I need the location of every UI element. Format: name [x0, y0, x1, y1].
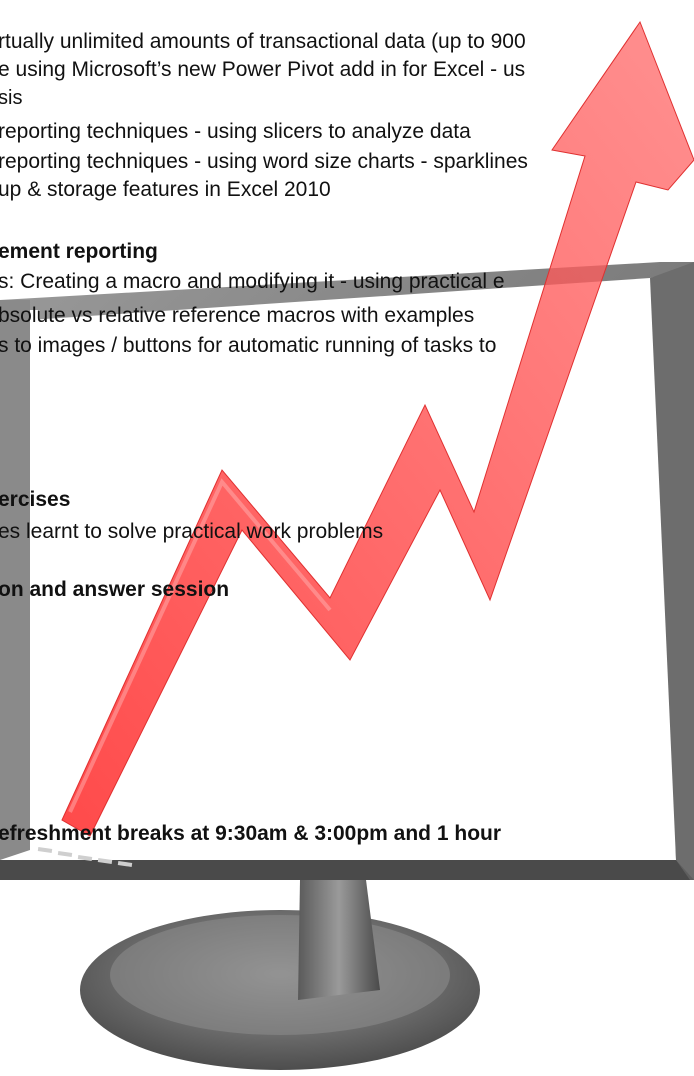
section-heading-management-reporting: ement reporting — [0, 240, 158, 263]
section-heading-question-answer: on and answer session — [0, 578, 230, 601]
text-line-6: up & storage features in Excel 2010 — [0, 178, 331, 201]
text-line-9: s to images / buttons for automatic runn… — [0, 334, 497, 357]
text-line-1: rtually unlimited amounts of transaction… — [0, 30, 526, 53]
text-line-5: reporting techniques - using word size c… — [0, 150, 528, 173]
footer-breaks-note: efreshment breaks at 9:30am & 3:00pm and… — [0, 822, 502, 845]
text-line-8: bsolute vs relative reference macros wit… — [0, 304, 475, 327]
text-line-2: e using Microsoft’s new Power Pivot add … — [0, 58, 526, 81]
monitor-stand — [298, 872, 380, 1000]
text-line-3: sis — [0, 87, 23, 109]
section-heading-exercises: ercises — [0, 488, 71, 511]
text-line-10: es learnt to solve practical work proble… — [0, 520, 384, 543]
text-line-7: s: Creating a macro and modifying it - u… — [0, 270, 505, 293]
text-line-4: reporting techniques - using slicers to … — [0, 120, 471, 143]
